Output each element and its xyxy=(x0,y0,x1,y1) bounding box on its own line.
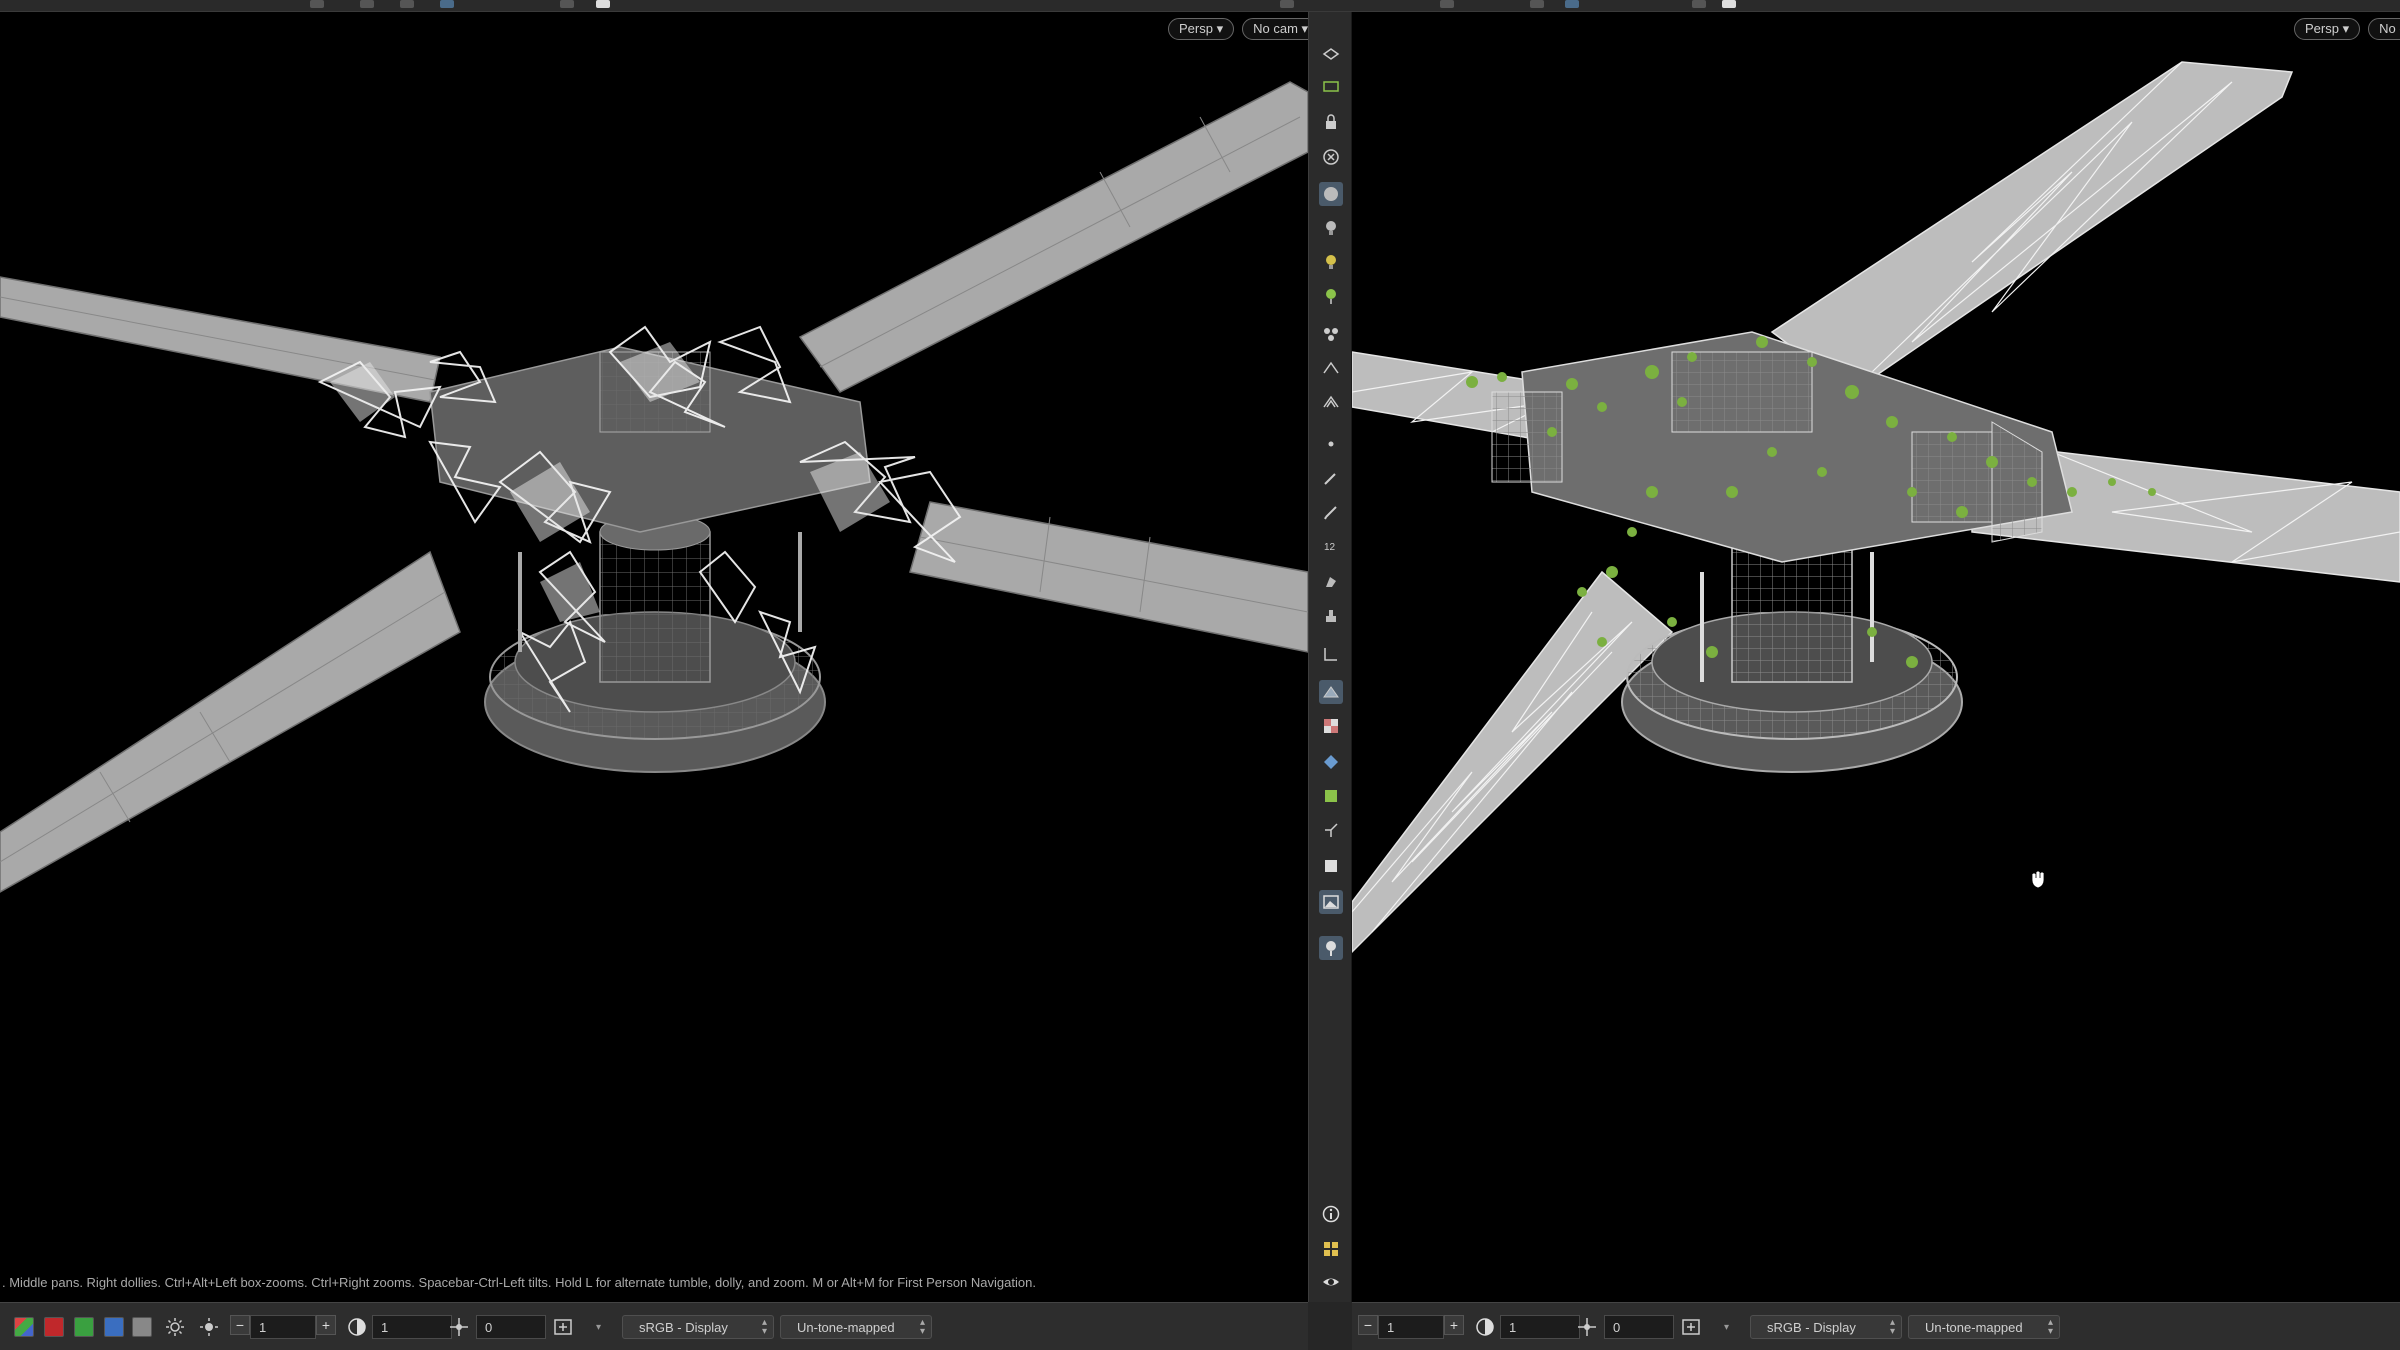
viewport-menus: Persp ▾ No cam ▾ xyxy=(1168,18,1308,40)
square-icon[interactable] xyxy=(1319,854,1343,878)
rotor-triangulated-scene xyxy=(1352,61,2400,954)
decrease-button[interactable]: − xyxy=(230,1315,250,1335)
gamma-icon[interactable] xyxy=(1474,1315,1496,1339)
close-circle-icon[interactable] xyxy=(1319,145,1343,169)
eye-icon[interactable] xyxy=(1319,1270,1343,1294)
grid-icon[interactable] xyxy=(1319,1237,1343,1261)
corner-icon[interactable] xyxy=(1319,642,1343,666)
status-help-text: . Middle pans. Right dollies. Ctrl+Alt+L… xyxy=(2,1275,1036,1290)
group-icon[interactable] xyxy=(1319,322,1343,346)
cam-select-menu[interactable]: No cam ▾ xyxy=(1242,18,1308,40)
checker-icon[interactable] xyxy=(1319,714,1343,738)
increase-button[interactable]: + xyxy=(1444,1315,1464,1335)
offset-field[interactable]: 0 xyxy=(476,1315,546,1339)
options-arrow-icon[interactable]: ▾ xyxy=(1724,1315,1729,1339)
brush-icon[interactable] xyxy=(1319,466,1343,490)
gamma-field[interactable]: 1 xyxy=(372,1315,452,1339)
red-channel-button[interactable] xyxy=(44,1315,64,1339)
brightness-icon[interactable] xyxy=(164,1315,186,1339)
decrease-button[interactable]: − xyxy=(1358,1315,1378,1335)
camera-menu[interactable]: Persp ▾ xyxy=(1168,18,1235,40)
exposure-field[interactable]: 1 xyxy=(250,1315,316,1339)
tone-map-dropdown[interactable]: Un-tone-mapped ▴ ▾ xyxy=(780,1315,932,1339)
green-channel-button[interactable] xyxy=(74,1315,94,1339)
viewport-shelf: 12 xyxy=(1308,12,1352,1302)
hand-cursor-icon xyxy=(2031,870,2045,889)
svg-text:12: 12 xyxy=(1324,542,1336,553)
exposure-field[interactable]: 1 xyxy=(1378,1315,1444,1339)
rotor-wireframe-scene xyxy=(0,81,1308,893)
lut-icon[interactable] xyxy=(1576,1315,1598,1339)
texture-icon[interactable] xyxy=(1319,784,1343,808)
toolbar-gap xyxy=(1308,1302,1352,1350)
toolbar-icon[interactable] xyxy=(360,0,374,8)
left-display-toolbar: − 1 + 1 0 ▾ sRGB - Display ▴ ▾ Un-tone-map… xyxy=(0,1302,1308,1350)
camera-menu[interactable]: Persp ▾ xyxy=(2294,18,2361,40)
toolbar-icon[interactable] xyxy=(440,0,454,8)
alpha-channel-button[interactable] xyxy=(132,1315,152,1339)
snap-icon[interactable] xyxy=(1319,356,1343,380)
toolbar-icon[interactable] xyxy=(1565,0,1579,8)
image-icon[interactable] xyxy=(1319,890,1343,914)
diamond-icon[interactable] xyxy=(1319,750,1343,774)
toolbar-icon[interactable] xyxy=(310,0,324,8)
offset-field[interactable]: 0 xyxy=(1604,1315,1674,1339)
tone-map-dropdown[interactable]: Un-tone-mapped ▴ ▾ xyxy=(1908,1315,2060,1339)
toolbar-icon[interactable] xyxy=(1722,0,1736,8)
color-channels-icon[interactable] xyxy=(14,1315,34,1339)
top-toolbar-strip xyxy=(0,0,2400,12)
point-icon[interactable] xyxy=(1319,432,1343,456)
light-bulb-icon[interactable] xyxy=(1319,216,1343,240)
lut-icon[interactable] xyxy=(448,1315,470,1339)
camera-icon[interactable] xyxy=(1319,74,1343,98)
toolbar-icon[interactable] xyxy=(1530,0,1544,8)
display-icon[interactable] xyxy=(1319,182,1343,206)
right-viewport[interactable]: Persp ▾ No ca xyxy=(1352,12,2400,1302)
color-space-dropdown[interactable]: sRGB - Display ▴ ▾ xyxy=(1750,1315,1902,1339)
left-viewport[interactable]: Persp ▾ No cam ▾ xyxy=(0,12,1308,1302)
fit-icon[interactable] xyxy=(1680,1315,1702,1339)
light-bulb-green-icon[interactable] xyxy=(1319,250,1343,274)
right-display-toolbar: − 1 + 1 0 ▾ sRGB - Display ▴ ▾ Un-tone-map… xyxy=(1352,1302,2400,1350)
wire-icon[interactable] xyxy=(1319,680,1343,704)
location-icon[interactable] xyxy=(1319,936,1343,960)
gamma-icon[interactable] xyxy=(346,1315,368,1339)
info-icon[interactable] xyxy=(1319,1202,1343,1226)
pin-icon[interactable] xyxy=(1319,284,1343,308)
snap-multi-icon[interactable] xyxy=(1319,390,1343,414)
toolbar-icon[interactable] xyxy=(1280,0,1294,8)
options-arrow-icon[interactable]: ▾ xyxy=(596,1315,601,1339)
rotor-mast xyxy=(599,531,711,683)
axes-icon[interactable] xyxy=(1319,818,1343,842)
cam-select-menu[interactable]: No ca xyxy=(2368,18,2400,40)
toolbar-icon[interactable] xyxy=(560,0,574,8)
toolbar-icon[interactable] xyxy=(1440,0,1454,8)
blue-channel-button[interactable] xyxy=(104,1315,124,1339)
exposure-icon[interactable] xyxy=(198,1315,220,1339)
number-icon[interactable]: 12 xyxy=(1319,534,1343,558)
fit-icon[interactable] xyxy=(552,1315,574,1339)
paint-icon[interactable] xyxy=(1319,570,1343,594)
pen-icon[interactable] xyxy=(1319,500,1343,524)
color-space-dropdown[interactable]: sRGB - Display ▴ ▾ xyxy=(622,1315,774,1339)
toolbar-icon[interactable] xyxy=(1692,0,1706,8)
viewport-menus: Persp ▾ No ca xyxy=(2294,18,2400,40)
lock-icon[interactable] xyxy=(1319,110,1343,134)
increase-button[interactable]: + xyxy=(316,1315,336,1335)
gamma-field[interactable]: 1 xyxy=(1500,1315,1580,1339)
toolbar-icon[interactable] xyxy=(596,0,610,8)
stamp-icon[interactable] xyxy=(1319,604,1343,628)
toolbar-icon[interactable] xyxy=(400,0,414,8)
view-icon[interactable] xyxy=(1319,42,1343,66)
